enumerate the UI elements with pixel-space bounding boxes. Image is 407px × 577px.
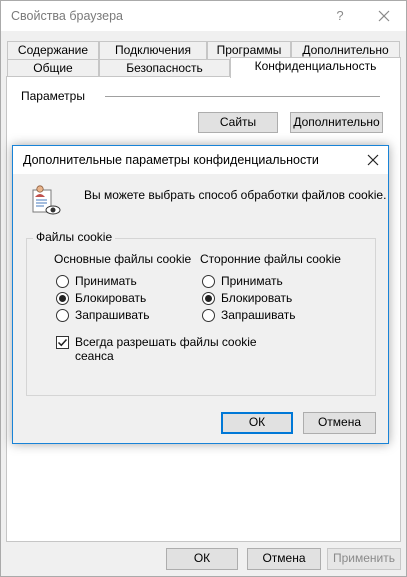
dialog-description: Вы можете выбрать способ обработки файло…: [84, 188, 387, 202]
first-party-accept-option[interactable]: Принимать: [56, 274, 176, 290]
third-party-heading: Сторонние файлы cookie: [200, 252, 341, 266]
dialog-title-bar: Дополнительные параметры конфиденциально…: [13, 146, 388, 174]
first-party-block-radio[interactable]: [56, 292, 69, 305]
advanced-privacy-button[interactable]: Дополнительно: [290, 112, 383, 133]
settings-section-label: Параметры: [21, 89, 85, 103]
dialog-cancel-button[interactable]: Отмена: [303, 412, 376, 434]
third-party-prompt-label: Запрашивать: [221, 308, 296, 322]
third-party-block-label: Блокировать: [221, 291, 293, 305]
third-party-accept-radio[interactable]: [202, 275, 215, 288]
checkmark-icon: [57, 338, 68, 347]
cookies-group-label: Файлы cookie: [33, 230, 116, 244]
first-party-accept-radio[interactable]: [56, 275, 69, 288]
tab-security[interactable]: Безопасность: [99, 59, 230, 77]
window-title: Свойства браузера: [11, 9, 123, 23]
close-button[interactable]: [362, 1, 406, 31]
cancel-button[interactable]: Отмена: [247, 548, 321, 570]
third-party-prompt-option[interactable]: Запрашивать: [202, 308, 322, 324]
section-divider: [105, 96, 380, 97]
third-party-prompt-radio[interactable]: [202, 309, 215, 322]
first-party-block-option[interactable]: Блокировать: [56, 291, 176, 307]
first-party-prompt-radio[interactable]: [56, 309, 69, 322]
session-cookies-checkbox[interactable]: [56, 336, 69, 349]
third-party-block-radio[interactable]: [202, 292, 215, 305]
sites-button[interactable]: Сайты: [198, 112, 278, 133]
privacy-document-icon: [32, 185, 61, 215]
session-cookies-label: Всегда разрешать файлы cookie сеанса: [75, 335, 257, 363]
tab-connections[interactable]: Подключения: [99, 41, 207, 59]
help-button[interactable]: ?: [323, 1, 357, 31]
first-party-prompt-label: Запрашивать: [75, 308, 150, 322]
first-party-accept-label: Принимать: [75, 274, 137, 288]
ok-button[interactable]: ОК: [166, 548, 238, 570]
tab-content[interactable]: Содержание: [7, 41, 99, 59]
close-icon: [367, 154, 379, 166]
tab-privacy[interactable]: Конфиденциальность: [230, 57, 401, 78]
tab-general[interactable]: Общие: [7, 59, 99, 77]
close-icon: [378, 10, 390, 22]
third-party-accept-label: Принимать: [221, 274, 283, 288]
dialog-title: Дополнительные параметры конфиденциально…: [23, 153, 319, 167]
dialog-ok-button[interactable]: ОК: [221, 412, 293, 434]
third-party-accept-option[interactable]: Принимать: [202, 274, 322, 290]
first-party-block-label: Блокировать: [75, 291, 147, 305]
third-party-block-option[interactable]: Блокировать: [202, 291, 322, 307]
dialog-close-button[interactable]: [358, 146, 388, 174]
title-bar: Свойства браузера ?: [1, 1, 406, 31]
first-party-heading: Основные файлы cookie: [54, 252, 192, 266]
session-cookies-option[interactable]: Всегда разрешать файлы cookie сеанса: [56, 335, 296, 363]
apply-button: Применить: [327, 548, 401, 570]
first-party-prompt-option[interactable]: Запрашивать: [56, 308, 176, 324]
advanced-privacy-dialog: Дополнительные параметры конфиденциально…: [12, 145, 389, 444]
